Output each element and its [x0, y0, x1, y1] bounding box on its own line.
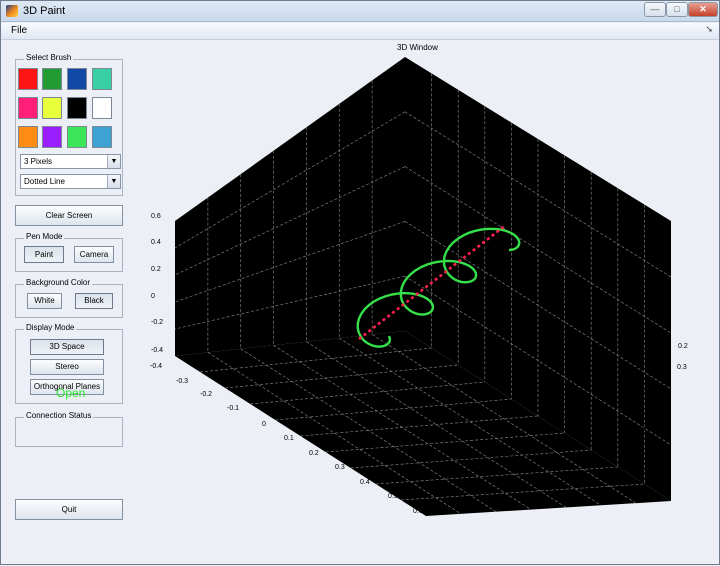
x-tick-label: 0	[262, 421, 266, 428]
camera-button[interactable]: Camera	[74, 246, 114, 263]
y-tick-label: 0.7	[623, 447, 633, 454]
brush-swatch-9[interactable]	[18, 126, 38, 148]
matlab-app-icon	[6, 5, 18, 17]
y-tick-label: 0.6	[636, 426, 646, 433]
menu-file[interactable]: File	[11, 25, 27, 36]
x-tick-label: 0.5	[388, 493, 398, 500]
x-tick-label: 0.3	[335, 464, 345, 471]
z-tick-label: 0.4	[151, 239, 161, 246]
z-tick-label: -0.4	[151, 347, 164, 354]
brush-swatch-2[interactable]	[42, 68, 62, 90]
x-tick-label: -0.2	[200, 391, 213, 398]
brush-size-value: 3 Pixels	[24, 157, 53, 166]
brush-swatch-5[interactable]	[18, 97, 38, 119]
close-button[interactable]: ✕	[688, 2, 718, 17]
y-tick-label: 1	[443, 507, 447, 514]
x-tick-label: -0.3	[176, 378, 189, 385]
chevron-down-icon: ▼	[107, 175, 120, 188]
connection-status-value: Open	[56, 386, 86, 400]
clear-screen-button[interactable]: Clear Screen	[15, 205, 123, 226]
x-tick-label: -0.1	[227, 405, 240, 412]
connection-title: Connection Status	[24, 411, 94, 420]
x-tick-label: 0.1	[284, 435, 294, 442]
background-color-title: Background Color	[24, 278, 93, 287]
x-tick-label: 0.2	[309, 450, 319, 457]
brush-swatch-1[interactable]	[18, 68, 38, 90]
quit-button[interactable]: Quit	[15, 499, 123, 520]
maximize-button[interactable]: □	[666, 2, 688, 17]
pen-mode-title: Pen Mode	[24, 232, 65, 241]
y-tick-label: 0.3	[677, 364, 687, 371]
brush-swatch-8[interactable]	[92, 97, 112, 119]
z-tick-label: 0.6	[151, 213, 161, 220]
app-window: 3D Paint — □ ✕ File ➘ Select Brush 3 Pix…	[0, 0, 720, 565]
y-tick-label: 0.8	[606, 466, 616, 473]
brush-style-value: Dotted Line	[24, 177, 65, 186]
brush-size-select[interactable]: 3 Pixels ▼	[20, 154, 121, 169]
menu-bar: File ➘	[1, 23, 719, 40]
x-tick-label: 0.6	[413, 508, 423, 515]
white-button[interactable]: White	[27, 293, 62, 309]
black-button[interactable]: Black	[75, 293, 113, 309]
paint-button[interactable]: Paint	[24, 246, 64, 263]
brush-panel-title: Select Brush	[24, 53, 74, 62]
menu-overflow-icon[interactable]: ➘	[705, 24, 713, 35]
brush-swatch-3[interactable]	[67, 68, 87, 90]
title-bar: 3D Paint — □ ✕	[1, 1, 719, 22]
brush-swatch-4[interactable]	[92, 68, 112, 90]
brush-swatch-7[interactable]	[67, 97, 87, 119]
window-title: 3D Paint	[23, 5, 66, 17]
plot-title: 3D Window	[397, 43, 438, 52]
z-tick-label: 0.2	[151, 266, 161, 273]
brush-style-select[interactable]: Dotted Line ▼	[20, 174, 121, 189]
display-mode-title: Display Mode	[24, 323, 77, 332]
y-tick-label: 0.2	[678, 343, 688, 350]
chevron-down-icon: ▼	[107, 155, 120, 168]
y-tick-label: 0.4	[656, 385, 666, 392]
z-tick-label: 0	[151, 293, 155, 300]
x-tick-label: 0.4	[360, 479, 370, 486]
stereo-button[interactable]: Stereo	[30, 359, 104, 375]
3d-space-button[interactable]: 3D Space	[30, 339, 104, 355]
x-tick-label: -0.4	[150, 363, 163, 370]
y-tick-label: 0.5	[645, 404, 655, 411]
y-tick-label: 0.9	[587, 487, 597, 494]
brush-swatch-11[interactable]	[67, 126, 87, 148]
z-tick-label: -0.2	[151, 319, 164, 326]
brush-swatch-12[interactable]	[92, 126, 112, 148]
brush-swatch-6[interactable]	[42, 97, 62, 119]
connection-panel: Connection Status	[15, 411, 123, 447]
minimize-button[interactable]: —	[644, 2, 666, 17]
brush-swatch-10[interactable]	[42, 126, 62, 148]
